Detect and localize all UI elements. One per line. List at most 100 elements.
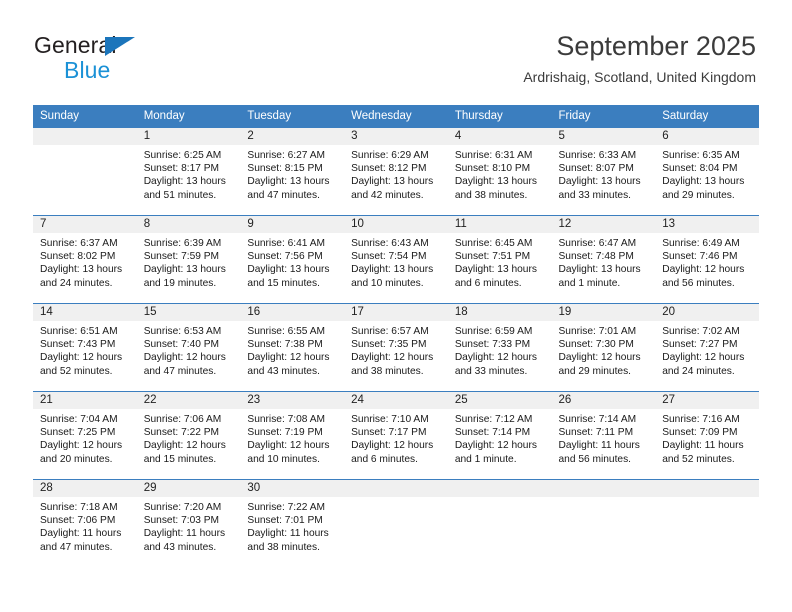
sunset-time: Sunset: 7:06 PM [40, 515, 116, 527]
calendar-day-cell[interactable]: 28 Sunrise: 7:18 AM Sunset: 7:06 PM Dayligh… [33, 479, 137, 567]
calendar-day-cell[interactable]: 12 Sunrise: 6:47 AM Sunset: 7:48 PM Dayligh… [551, 215, 656, 303]
sunrise-time: Sunrise: 6:55 AM [247, 326, 325, 337]
day-number: 20 [655, 304, 759, 321]
day-details: Sunrise: 7:14 AM Sunset: 7:11 PM Daylight:… [552, 409, 656, 466]
daylight-duration-line2: and 38 minutes. [247, 541, 320, 553]
calendar-week-row: 14 Sunrise: 6:51 AM Sunset: 7:43 PM Dayligh… [33, 303, 759, 391]
sunset-time: Sunset: 7:27 PM [662, 339, 738, 351]
sunset-time: Sunset: 7:17 PM [351, 427, 427, 439]
daylight-duration-line2: and 52 minutes. [662, 453, 735, 465]
calendar-week-row: 21 Sunrise: 7:04 AM Sunset: 7:25 PM Dayligh… [33, 391, 759, 479]
sunset-time: Sunset: 8:12 PM [351, 163, 427, 175]
daylight-duration-line2: and 1 minute. [558, 277, 621, 289]
brand-logo[interactable]: General Blue [34, 34, 224, 86]
calendar-cell-inner: 4 Sunrise: 6:31 AM Sunset: 8:10 PM Daylight… [447, 127, 552, 215]
calendar-day-cell[interactable]: 2 Sunrise: 6:27 AM Sunset: 8:15 PM Daylight… [240, 127, 345, 215]
calendar-day-cell[interactable]: 5 Sunrise: 6:33 AM Sunset: 8:07 PM Daylight… [551, 127, 656, 215]
calendar-cell-inner: 11 Sunrise: 6:45 AM Sunset: 7:51 PM Dayligh… [447, 215, 552, 303]
sunrise-time: Sunrise: 6:57 AM [351, 326, 429, 337]
sunrise-time: Sunrise: 7:02 AM [662, 326, 740, 337]
sunset-time: Sunset: 8:02 PM [40, 251, 116, 263]
calendar-day-cell[interactable]: 23 Sunrise: 7:08 AM Sunset: 7:19 PM Dayligh… [240, 391, 345, 479]
calendar-cell-inner [33, 127, 137, 215]
day-details: Sunrise: 6:49 AM Sunset: 7:46 PM Daylight:… [655, 233, 759, 290]
calendar-day-cell[interactable]: 16 Sunrise: 6:55 AM Sunset: 7:38 PM Dayligh… [240, 303, 345, 391]
daylight-duration-line1: Daylight: 12 hours [351, 440, 434, 452]
sunset-time: Sunset: 7:48 PM [558, 251, 634, 263]
sunrise-time: Sunrise: 7:14 AM [558, 414, 637, 425]
calendar-day-cell[interactable]: 10 Sunrise: 6:43 AM Sunset: 7:54 PM Dayligh… [344, 215, 448, 303]
day-details: Sunrise: 6:45 AM Sunset: 7:51 PM Daylight:… [448, 233, 552, 290]
daylight-duration-line2: and 24 minutes. [662, 365, 735, 377]
calendar-day-cell[interactable]: 8 Sunrise: 6:39 AM Sunset: 7:59 PM Daylight… [136, 215, 241, 303]
calendar-day-cell[interactable]: 27 Sunrise: 7:16 AM Sunset: 7:09 PM Dayligh… [655, 391, 759, 479]
daylight-duration-line2: and 38 minutes. [351, 365, 424, 377]
calendar-day-cell[interactable]: 1 Sunrise: 6:25 AM Sunset: 8:17 PM Daylight… [136, 127, 241, 215]
daylight-duration-line2: and 33 minutes. [454, 365, 528, 377]
day-details: Sunrise: 7:16 AM Sunset: 7:09 PM Daylight:… [655, 409, 759, 466]
calendar-day-cell[interactable]: 17 Sunrise: 6:57 AM Sunset: 7:35 PM Dayligh… [344, 303, 448, 391]
daylight-duration-line1: Daylight: 13 hours [558, 264, 641, 276]
calendar-day-cell[interactable]: 7 Sunrise: 6:37 AM Sunset: 8:02 PM Daylight… [33, 215, 137, 303]
daylight-duration-line2: and 33 minutes. [558, 189, 632, 201]
day-number [655, 480, 759, 497]
calendar-day-cell[interactable]: 4 Sunrise: 6:31 AM Sunset: 8:10 PM Daylight… [447, 127, 552, 215]
calendar-empty-cell [655, 479, 759, 567]
daylight-duration-line2: and 15 minutes. [143, 453, 217, 465]
day-details: Sunrise: 6:43 AM Sunset: 7:54 PM Daylight:… [344, 233, 448, 290]
calendar-day-cell[interactable]: 9 Sunrise: 6:41 AM Sunset: 7:56 PM Daylight… [240, 215, 345, 303]
sunrise-time: Sunrise: 7:16 AM [662, 414, 740, 425]
calendar-day-cell[interactable]: 30 Sunrise: 7:22 AM Sunset: 7:01 PM Dayligh… [240, 479, 345, 567]
calendar-day-cell[interactable]: 6 Sunrise: 6:35 AM Sunset: 8:04 PM Daylight… [655, 127, 759, 215]
day-number [33, 128, 137, 145]
sunset-time: Sunset: 7:54 PM [351, 251, 427, 263]
daylight-duration-line1: Daylight: 12 hours [143, 440, 226, 452]
calendar-day-cell[interactable]: 19 Sunrise: 7:01 AM Sunset: 7:30 PM Dayligh… [551, 303, 656, 391]
day-number: 13 [655, 216, 759, 233]
calendar-cell-inner: 9 Sunrise: 6:41 AM Sunset: 7:56 PM Daylight… [240, 215, 345, 303]
sunrise-time: Sunrise: 6:37 AM [40, 238, 118, 249]
daylight-duration-line1: Daylight: 12 hours [143, 352, 226, 364]
day-details: Sunrise: 7:06 AM Sunset: 7:22 PM Daylight:… [137, 409, 241, 466]
calendar-day-cell[interactable]: 15 Sunrise: 6:53 AM Sunset: 7:40 PM Dayligh… [136, 303, 241, 391]
day-number: 23 [240, 392, 345, 409]
calendar-day-cell[interactable]: 11 Sunrise: 6:45 AM Sunset: 7:51 PM Dayligh… [447, 215, 552, 303]
calendar-empty-cell [33, 127, 137, 215]
calendar-day-cell[interactable]: 3 Sunrise: 6:29 AM Sunset: 8:12 PM Daylight… [344, 127, 448, 215]
day-number [551, 480, 656, 497]
day-number: 7 [33, 216, 137, 233]
calendar-day-cell[interactable]: 29 Sunrise: 7:20 AM Sunset: 7:03 PM Dayligh… [136, 479, 241, 567]
calendar-cell-inner: 15 Sunrise: 6:53 AM Sunset: 7:40 PM Dayligh… [136, 303, 241, 391]
calendar-cell-inner: 7 Sunrise: 6:37 AM Sunset: 8:02 PM Daylight… [33, 215, 137, 303]
daylight-duration-line1: Daylight: 13 hours [454, 264, 537, 276]
sunset-time: Sunset: 7:01 PM [247, 515, 323, 527]
day-number: 22 [136, 392, 241, 409]
daylight-duration-line2: and 6 minutes. [454, 277, 522, 289]
daylight-duration-line2: and 47 minutes. [143, 365, 217, 377]
sunrise-time: Sunrise: 7:06 AM [143, 414, 222, 425]
sunset-time: Sunset: 7:43 PM [40, 339, 116, 351]
calendar-grid: Sunday Monday Tuesday Wednesday Thursday Frid… [33, 105, 759, 567]
sunset-time: Sunset: 7:40 PM [143, 339, 220, 351]
daylight-duration-line2: and 43 minutes. [247, 365, 320, 377]
daylight-duration-line2: and 38 minutes. [454, 189, 528, 201]
calendar-day-cell[interactable]: 22 Sunrise: 7:06 AM Sunset: 7:22 PM Dayligh… [136, 391, 241, 479]
calendar-day-cell[interactable]: 18 Sunrise: 6:59 AM Sunset: 7:33 PM Dayligh… [447, 303, 552, 391]
calendar-day-cell[interactable]: 26 Sunrise: 7:14 AM Sunset: 7:11 PM Dayligh… [551, 391, 656, 479]
calendar-day-cell[interactable]: 24 Sunrise: 7:10 AM Sunset: 7:17 PM Dayligh… [344, 391, 448, 479]
daylight-duration-line1: Daylight: 11 hours [558, 440, 640, 452]
calendar-day-cell[interactable]: 13 Sunrise: 6:49 AM Sunset: 7:46 PM Dayligh… [655, 215, 759, 303]
sunset-time: Sunset: 8:07 PM [558, 163, 634, 175]
calendar-cell-inner: 6 Sunrise: 6:35 AM Sunset: 8:04 PM Daylight… [655, 127, 759, 215]
calendar-cell-inner: 5 Sunrise: 6:33 AM Sunset: 8:07 PM Daylight… [551, 127, 656, 215]
sunset-time: Sunset: 8:04 PM [662, 163, 738, 175]
day-details: Sunrise: 6:55 AM Sunset: 7:38 PM Daylight:… [240, 321, 344, 378]
sunset-time: Sunset: 7:51 PM [454, 251, 531, 263]
calendar-day-cell[interactable]: 21 Sunrise: 7:04 AM Sunset: 7:25 PM Dayligh… [33, 391, 137, 479]
calendar-day-cell[interactable]: 25 Sunrise: 7:12 AM Sunset: 7:14 PM Dayligh… [447, 391, 552, 479]
page-title: September 2025 [556, 31, 756, 61]
calendar-day-cell[interactable]: 20 Sunrise: 7:02 AM Sunset: 7:27 PM Dayligh… [655, 303, 759, 391]
calendar-day-cell[interactable]: 14 Sunrise: 6:51 AM Sunset: 7:43 PM Dayligh… [33, 303, 137, 391]
day-number: 4 [447, 128, 552, 145]
day-number: 26 [551, 392, 656, 409]
